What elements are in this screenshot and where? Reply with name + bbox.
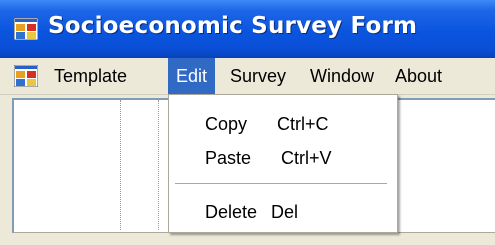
menu-item-delete[interactable]: Delete Del — [169, 195, 397, 229]
window-title: Socioeconomic Survey Form — [48, 13, 418, 39]
menu-bar: Template Edit Survey Window About — [0, 58, 495, 95]
menu-item-paste[interactable]: Paste Ctrl+V — [169, 141, 397, 175]
menu-edit[interactable]: Edit — [168, 58, 216, 94]
grid-divider — [120, 100, 121, 230]
app-form-icon[interactable] — [14, 18, 38, 40]
menu-item-label: Paste — [205, 148, 252, 168]
menu-template[interactable]: Template — [46, 58, 135, 94]
menu-item-shortcut: Ctrl+C — [277, 114, 329, 134]
menu-separator — [175, 183, 387, 184]
menu-about[interactable]: About — [387, 58, 450, 94]
title-bar[interactable]: Socioeconomic Survey Form — [0, 0, 495, 58]
system-menu-icon[interactable] — [14, 65, 38, 87]
menu-item-label: Copy — [205, 114, 248, 134]
menu-window[interactable]: Window — [302, 58, 382, 94]
menu-item-copy[interactable]: Copy Ctrl+C — [169, 107, 397, 141]
menu-item-shortcut: Del — [271, 202, 299, 222]
menu-survey[interactable]: Survey — [222, 58, 294, 94]
menu-item-label: Delete — [205, 202, 258, 222]
menu-item-shortcut: Ctrl+V — [281, 148, 332, 168]
edit-dropdown-menu: Copy Ctrl+C Paste Ctrl+V Delete Del — [168, 94, 398, 233]
grid-divider — [158, 100, 159, 230]
